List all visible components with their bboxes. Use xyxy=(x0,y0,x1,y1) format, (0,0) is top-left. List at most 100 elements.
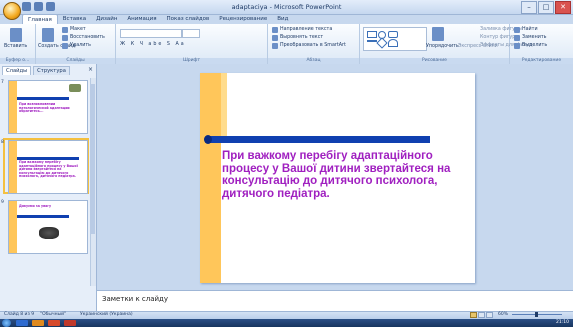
tab-insert[interactable]: Вставка xyxy=(58,14,91,24)
thumbnail-preview: При возникновении патологической адаптац… xyxy=(8,80,88,134)
delete-icon xyxy=(62,43,68,49)
taskbar-ie-icon[interactable] xyxy=(16,320,28,326)
view-buttons xyxy=(470,312,494,318)
font-format-buttons[interactable]: Ж К Ч abe S Aa xyxy=(120,42,186,47)
notes-pane[interactable] xyxy=(97,290,573,312)
layout-icon xyxy=(62,27,68,33)
arrange-button[interactable]: Упорядочить xyxy=(426,44,459,49)
thumbnail-text: Дякуємо за увагу xyxy=(19,204,52,208)
layout-button[interactable]: Макет xyxy=(70,27,86,32)
slideshow-view-icon[interactable] xyxy=(486,312,493,318)
thumbnail-image xyxy=(69,84,81,92)
panel-close-icon[interactable]: × xyxy=(88,66,93,73)
panel-tabs: Слайды Структура xyxy=(2,66,94,75)
select-button[interactable]: Выделить xyxy=(522,43,547,48)
replace-icon xyxy=(514,35,520,41)
window-controls: – □ ✕ xyxy=(521,1,571,14)
font-group: Ж К Ч abe S Aa Шрифт xyxy=(116,24,268,64)
window-title: adaptaciya - Microsoft PowerPoint xyxy=(231,3,342,11)
new-slide-icon[interactable] xyxy=(42,28,54,42)
thumbnail-preview: При важкому перебігу адаптаційного проце… xyxy=(8,140,88,194)
thumbnail-blue-line xyxy=(17,97,69,100)
slides-panel: Слайды Структура × 7 При возникновении п… xyxy=(0,64,97,312)
slide-thumbnail-7[interactable]: 7 При возникновении патологической адапт… xyxy=(1,80,88,134)
zoom-slider-thumb[interactable] xyxy=(535,312,538,317)
rounded-rect-shape-icon[interactable] xyxy=(388,31,398,38)
thumbnail-text: При важкому перебігу адаптаційного проце… xyxy=(19,160,78,179)
reset-button[interactable]: Восстановить xyxy=(70,35,105,40)
arc-shape-icon[interactable] xyxy=(388,39,398,47)
arrange-icon[interactable] xyxy=(432,27,444,41)
sorter-view-icon[interactable] xyxy=(478,312,485,318)
taskbar-clock: 21:10 xyxy=(556,320,569,325)
status-language: Украинский (Украина) xyxy=(80,312,133,317)
font-name-dropdown[interactable] xyxy=(120,29,182,38)
slide-thumbnail-8[interactable]: 8 При важкому перебігу адаптаційного про… xyxy=(1,138,89,194)
diamond-shape-icon[interactable] xyxy=(376,37,388,49)
rectangle-shape-icon[interactable] xyxy=(367,31,377,38)
start-button[interactable] xyxy=(2,319,11,327)
maximize-button[interactable]: □ xyxy=(538,1,554,14)
shapes-gallery[interactable] xyxy=(363,27,427,51)
tab-slides[interactable]: Слайды xyxy=(2,66,32,75)
tab-outline[interactable]: Структура xyxy=(33,66,70,75)
normal-view-icon[interactable] xyxy=(470,312,477,318)
find-icon xyxy=(514,27,520,33)
tab-home[interactable]: Главная xyxy=(22,14,58,24)
taskbar xyxy=(0,319,573,327)
slide-text-box[interactable]: При важкому перебігу адаптаційного проце… xyxy=(222,150,472,200)
taskbar-explorer-icon[interactable] xyxy=(32,320,44,326)
tab-review[interactable]: Рецензирование xyxy=(214,14,272,24)
clipboard-group: Вставить Буфер о... xyxy=(0,24,36,64)
notes-placeholder: Заметки к слайду xyxy=(102,295,169,303)
drawing-group: Упорядочить Экспресс-стили Заливка фигур… xyxy=(360,24,532,64)
panel-scrollbar-thumb[interactable] xyxy=(90,84,95,234)
ribbon: Вставить Буфер о... Создать слайд Макет … xyxy=(0,24,573,65)
align-text-button[interactable]: Выровнять текст xyxy=(280,35,323,40)
zoom-level: 60% xyxy=(498,312,509,317)
tab-view[interactable]: Вид xyxy=(272,14,293,24)
slide-orange-bar xyxy=(200,73,221,283)
thumbnail-text: При возникновении патологической адаптац… xyxy=(19,102,70,114)
status-slide-count: Слайд 8 из 9 xyxy=(4,312,35,317)
text-direction-button[interactable]: Направление текста xyxy=(280,27,332,32)
slide[interactable]: При важкому перебігу адаптаційного проце… xyxy=(200,73,475,283)
close-button[interactable]: ✕ xyxy=(555,1,571,14)
thumbnail-image xyxy=(39,227,59,239)
thumbnail-orange-bar xyxy=(9,201,17,253)
minimize-button[interactable]: – xyxy=(521,1,537,14)
delete-button[interactable]: Удалить xyxy=(70,43,91,48)
slide-thumbnail-9[interactable]: 9 Дякуємо за увагу xyxy=(1,200,88,254)
align-text-icon xyxy=(272,35,278,41)
reset-icon xyxy=(62,35,68,41)
slide-number: 7 xyxy=(1,80,4,85)
tab-animation[interactable]: Анимация xyxy=(122,14,161,24)
select-icon xyxy=(514,43,520,49)
tab-design[interactable]: Дизайн xyxy=(91,14,122,24)
status-theme: "Обычный" xyxy=(40,312,67,317)
slide-blue-bar-cap xyxy=(204,135,212,144)
text-direction-icon xyxy=(272,27,278,33)
thumbnail-blue-line xyxy=(17,215,69,218)
taskbar-powerpoint-icon[interactable] xyxy=(64,320,76,326)
paste-button[interactable]: Вставить xyxy=(4,44,27,49)
slide-orange-accent xyxy=(221,73,227,143)
slide-number: 8 xyxy=(1,140,4,145)
thumbnail-orange-bar xyxy=(9,141,17,193)
tab-slideshow[interactable]: Показ слайдов xyxy=(162,14,215,24)
thumbnail-preview: Дякуємо за увагу xyxy=(8,200,88,254)
slide-number: 9 xyxy=(1,200,4,205)
thumbnail-orange-bar xyxy=(9,81,17,133)
replace-button[interactable]: Заменить xyxy=(522,35,546,40)
smartart-icon xyxy=(272,43,278,49)
paste-icon[interactable] xyxy=(10,28,22,42)
find-button[interactable]: Найти xyxy=(522,27,538,32)
font-size-dropdown[interactable] xyxy=(182,29,200,38)
line-shape-icon[interactable] xyxy=(367,40,377,42)
paragraph-group: Направление текста Выровнять текст Преоб… xyxy=(268,24,360,64)
slides-group: Создать слайд Макет Восстановить Удалить… xyxy=(36,24,116,64)
smartart-button[interactable]: Преобразовать в SmartArt xyxy=(280,43,346,48)
taskbar-media-icon[interactable] xyxy=(48,320,60,326)
slide-blue-bar xyxy=(205,136,430,143)
editing-group: Найти Заменить Выделить Редактирование xyxy=(510,24,573,64)
